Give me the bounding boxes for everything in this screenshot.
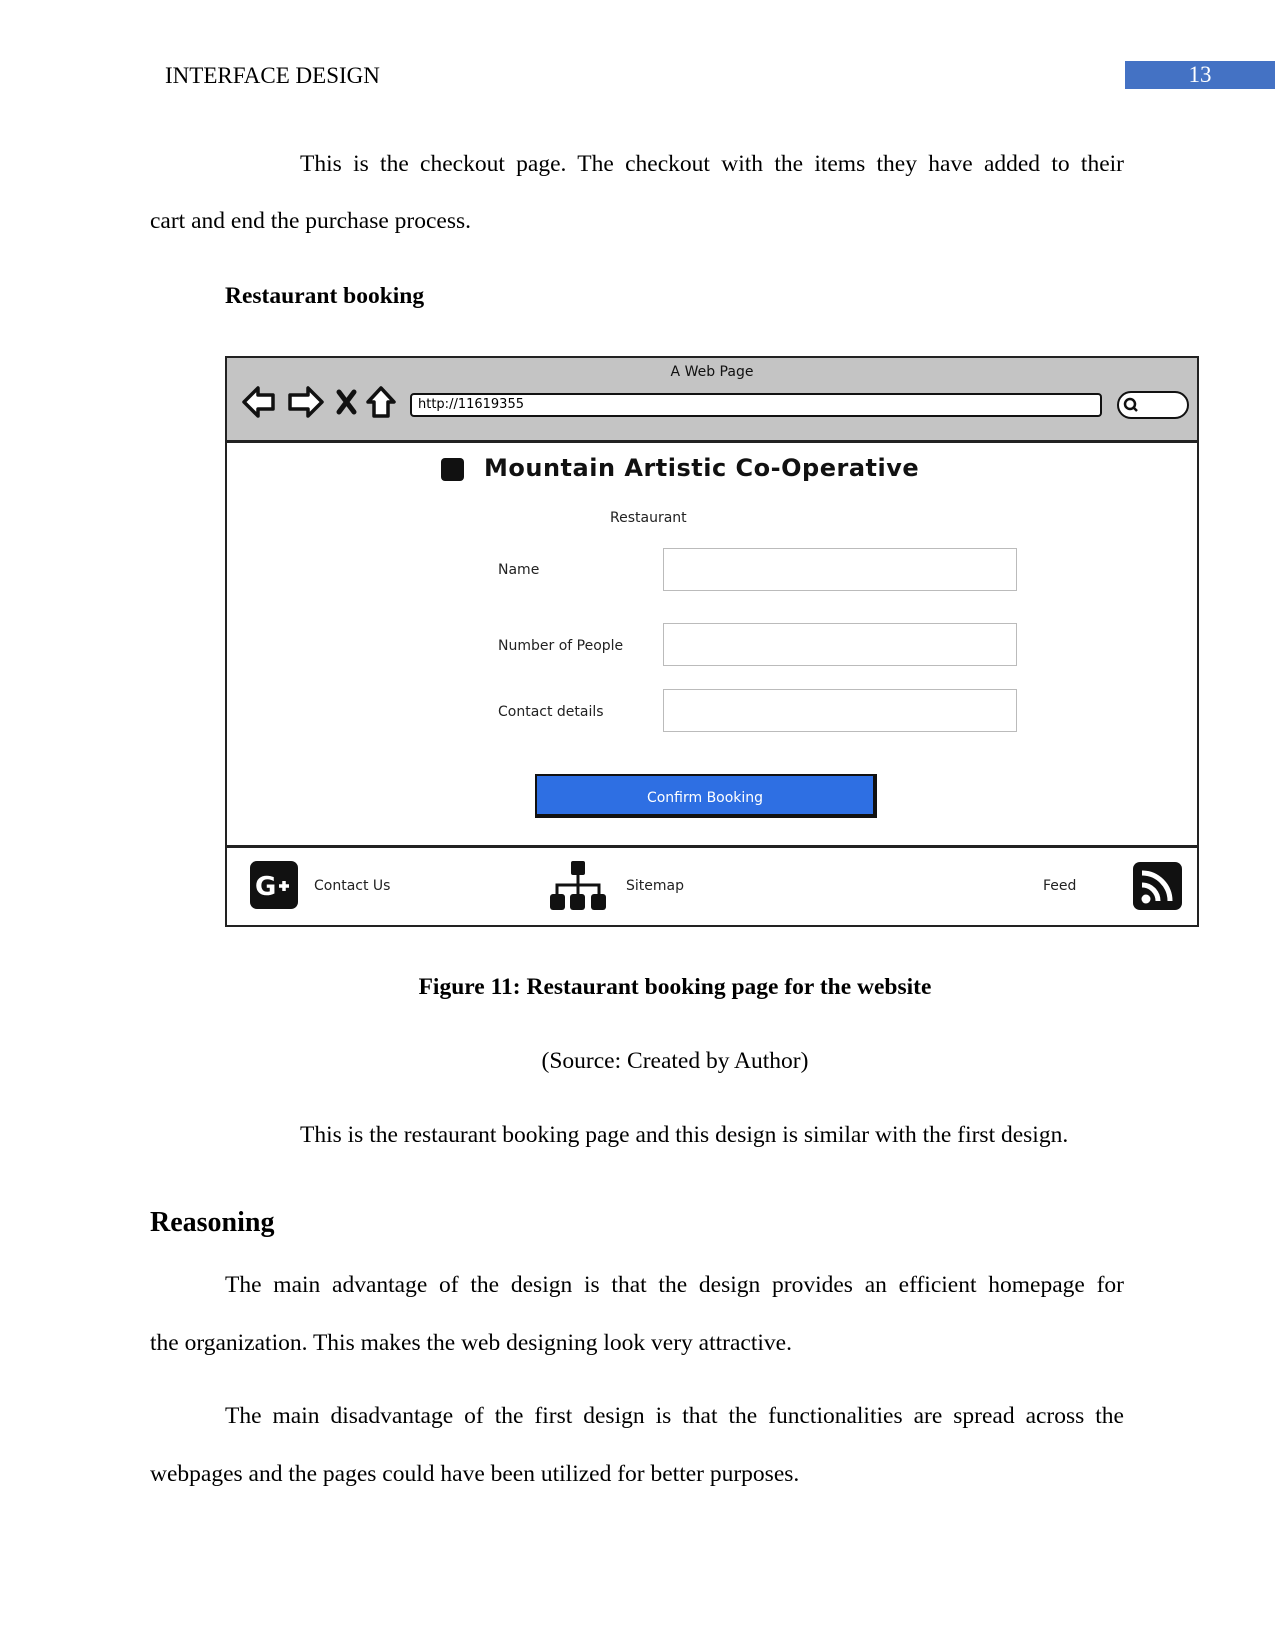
running-head: INTERFACE DESIGN — [165, 63, 380, 88]
feed-link[interactable]: Feed — [1043, 878, 1076, 894]
contact-us-link[interactable]: Contact Us — [314, 878, 390, 894]
wireframe-figure: A Web Page http://11619355 Mountain Arti… — [225, 356, 1199, 927]
people-label: Number of People — [498, 638, 624, 654]
contact-details-input[interactable] — [663, 689, 1017, 732]
name-label: Name — [498, 562, 540, 578]
intro-line-2: cart and end the purchase process. — [150, 208, 472, 234]
rss-icon[interactable] — [1133, 862, 1182, 910]
confirm-booking-button[interactable]: Confirm Booking — [535, 774, 877, 818]
reasoning-para2-line1: The main disadvantage of the first desig… — [225, 1403, 1124, 1429]
search-icon — [1123, 397, 1138, 412]
search-box[interactable] — [1117, 391, 1189, 419]
google-plus-icon[interactable]: G — [250, 861, 298, 909]
figure-source: (Source: Created by Author) — [541, 1048, 809, 1074]
window-title: A Web Page — [670, 364, 754, 380]
reasoning-para1-line2: the organization. This makes the web des… — [150, 1330, 792, 1356]
home-icon[interactable] — [366, 386, 396, 418]
url-bar[interactable]: http://11619355 — [410, 393, 1102, 417]
page-number: 13 — [1125, 61, 1275, 89]
name-input[interactable] — [663, 548, 1017, 591]
browser-toolbar: A Web Page http://11619355 — [227, 358, 1197, 443]
logo-square-icon — [441, 458, 464, 481]
figure-caption: Figure 11: Restaurant booking page for t… — [418, 974, 932, 1000]
close-x-icon[interactable] — [336, 389, 357, 415]
sitemap-icon[interactable] — [549, 861, 607, 911]
reasoning-para1-line1: The main advantage of the design is that… — [225, 1272, 1124, 1298]
forward-arrow-icon[interactable] — [288, 386, 324, 418]
wireframe-footer: G Contact Us Sitemap Feed — [227, 845, 1197, 928]
sitemap-link[interactable]: Sitemap — [626, 878, 684, 894]
site-title: Mountain Artistic Co-Operative — [484, 454, 920, 482]
back-arrow-icon[interactable] — [242, 386, 275, 418]
nav-icons — [242, 386, 396, 418]
intro-line-1: This is the checkout page. The checkout … — [300, 151, 1124, 177]
after-figure-paragraph: This is the restaurant booking page and … — [300, 1122, 1069, 1148]
number-of-people-input[interactable] — [663, 623, 1017, 666]
reasoning-para2-line2: webpages and the pages could have been u… — [150, 1461, 800, 1487]
svg-text:G: G — [255, 872, 276, 902]
section-heading: Restaurant booking — [225, 283, 425, 309]
form-heading: Restaurant — [610, 510, 687, 526]
contact-label: Contact details — [498, 704, 604, 720]
reasoning-heading: Reasoning — [150, 1207, 275, 1238]
